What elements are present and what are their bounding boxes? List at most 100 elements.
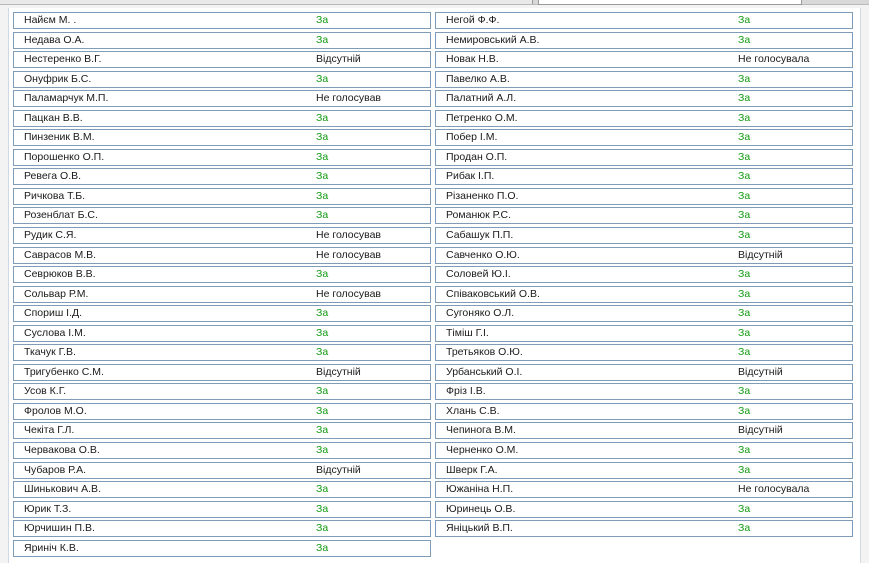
vote-row: Продан О.П. За bbox=[435, 148, 853, 166]
vote-result: За bbox=[738, 326, 751, 339]
vote-result: За bbox=[738, 268, 751, 281]
deputy-name: Суслова І.М. bbox=[24, 326, 86, 339]
deputy-name: Третьяков О.Ю. bbox=[446, 346, 523, 359]
deputy-name: Соловей Ю.І. bbox=[446, 268, 511, 281]
vote-result: Не голосував bbox=[316, 92, 382, 105]
deputy-name: Тіміш Г.І. bbox=[446, 326, 489, 339]
vote-row: Саврасов М.В. Не голосував bbox=[13, 246, 431, 264]
vote-row: Романюк Р.С. За bbox=[435, 207, 853, 225]
vote-row: Немировський А.В. За bbox=[435, 31, 853, 49]
vote-results-column-right: Негой Ф.Ф. За Немировський А.В. За Новак Н.В… bbox=[435, 12, 853, 540]
deputy-name: Немировський А.В. bbox=[446, 33, 540, 46]
vote-row: Розенблат Б.С. За bbox=[13, 207, 431, 225]
deputy-name: Чекіта Г.Л. bbox=[24, 424, 75, 437]
vote-row: Негой Ф.Ф. За bbox=[435, 12, 853, 29]
deputy-name: Чубаров Р.А. bbox=[24, 463, 87, 476]
deputy-name: Побер І.М. bbox=[446, 131, 498, 144]
vote-result: За bbox=[738, 170, 751, 183]
deputy-name: Ричкова Т.Б. bbox=[24, 189, 86, 202]
vote-result: За bbox=[316, 131, 329, 144]
vote-result: За bbox=[738, 522, 751, 535]
deputy-name: Паламарчук М.П. bbox=[24, 92, 109, 105]
vote-row: Юрчишин П.В. За bbox=[13, 520, 431, 538]
vote-result: За bbox=[316, 72, 329, 85]
vote-row: Найєм М. . За bbox=[13, 12, 431, 29]
vote-row: Яніцький В.П. За bbox=[435, 520, 853, 538]
vote-row: Новак Н.В. Не голосувала bbox=[435, 51, 853, 69]
deputy-name: Спориш І.Д. bbox=[24, 307, 83, 320]
vote-result: За bbox=[738, 72, 751, 85]
vote-row: Пинзеник В.М. За bbox=[13, 129, 431, 147]
vote-result: За bbox=[316, 170, 329, 183]
vote-row: Червакова О.В. За bbox=[13, 442, 431, 460]
vote-row: Недава О.А. За bbox=[13, 31, 431, 49]
vote-row: Третьяков О.Ю. За bbox=[435, 344, 853, 362]
vote-result: За bbox=[316, 541, 329, 554]
vote-row: Ткачук Г.В. За bbox=[13, 344, 431, 362]
vote-row: Петренко О.М. За bbox=[435, 109, 853, 127]
vote-result: За bbox=[316, 189, 329, 202]
deputy-name: Юрик Т.З. bbox=[24, 502, 72, 515]
deputy-name: Южаніна Н.П. bbox=[446, 483, 514, 496]
deputy-name: Рибак І.П. bbox=[446, 170, 495, 183]
vote-result: За bbox=[316, 346, 329, 359]
vote-result: За bbox=[738, 92, 751, 105]
vote-result: Не голосувала bbox=[738, 483, 810, 496]
vote-row: Юринець О.В. За bbox=[435, 500, 853, 518]
vote-row: Суслова І.М. За bbox=[13, 324, 431, 342]
vote-row: Співаковський О.В. За bbox=[435, 285, 853, 303]
vote-result: За bbox=[316, 150, 329, 163]
vote-result: За bbox=[316, 111, 329, 124]
vote-row: Соловей Ю.І. За bbox=[435, 266, 853, 284]
vote-row: Яриніч К.В. За bbox=[13, 539, 431, 557]
vote-row: Рибак І.П. За bbox=[435, 168, 853, 186]
vote-row: Юрик Т.З. За bbox=[13, 500, 431, 518]
vote-result: Відсутній bbox=[738, 424, 783, 437]
deputy-name: Сабашук П.П. bbox=[446, 229, 514, 242]
deputy-name: Рудик С.Я. bbox=[24, 229, 77, 242]
vote-result: За bbox=[316, 307, 329, 320]
vote-result: За bbox=[738, 33, 751, 46]
vote-result: За bbox=[738, 385, 751, 398]
deputy-name: Співаковський О.В. bbox=[446, 287, 540, 300]
vote-result: За bbox=[738, 307, 751, 320]
deputy-name: Яніцький В.П. bbox=[446, 522, 513, 535]
deputy-name: Новак Н.В. bbox=[446, 53, 499, 66]
deputy-name: Саврасов М.В. bbox=[24, 248, 97, 261]
vote-row: Хлань С.В. За bbox=[435, 402, 853, 420]
vote-result: Відсутній bbox=[316, 53, 361, 66]
deputy-name: Павелко А.В. bbox=[446, 72, 510, 85]
deputy-name: Тригубенко С.М. bbox=[24, 365, 104, 378]
vote-result: За bbox=[738, 150, 751, 163]
deputy-name: Романюк Р.С. bbox=[446, 209, 512, 222]
page: Найєм М. . За Недава О.А. За Нестеренко В.Г.… bbox=[0, 0, 869, 563]
vote-result: Відсутній bbox=[316, 365, 361, 378]
deputy-name: Яриніч К.В. bbox=[24, 541, 79, 554]
deputy-name: Фролов М.О. bbox=[24, 404, 87, 417]
vote-result: За bbox=[738, 404, 751, 417]
vote-row: Пацкан В.В. За bbox=[13, 109, 431, 127]
deputy-name: Севрюков В.В. bbox=[24, 268, 96, 281]
vote-result: За bbox=[738, 14, 751, 26]
vote-row: Фролов М.О. За bbox=[13, 402, 431, 420]
vote-row: Усов К.Г. За bbox=[13, 383, 431, 401]
deputy-name: Сугоняко О.Л. bbox=[446, 307, 515, 320]
vote-row: Тригубенко С.М. Відсутній bbox=[13, 363, 431, 381]
vote-result: Відсутній bbox=[316, 463, 361, 476]
vote-row: Сабашук П.П. За bbox=[435, 227, 853, 245]
vote-row: Різаненко П.О. За bbox=[435, 187, 853, 205]
vote-result: Не голосував bbox=[316, 229, 382, 242]
deputy-name: Шверк Г.А. bbox=[446, 463, 498, 476]
deputy-name: Різаненко П.О. bbox=[446, 189, 519, 202]
vote-row: Тіміш Г.І. За bbox=[435, 324, 853, 342]
vote-result: Відсутній bbox=[738, 365, 783, 378]
vote-row: Чепинога В.М. Відсутній bbox=[435, 422, 853, 440]
vote-result: За bbox=[316, 483, 329, 496]
deputy-name: Онуфрик Б.С. bbox=[24, 72, 92, 85]
vote-row: Сугоняко О.Л. За bbox=[435, 305, 853, 323]
toolbar-right-field bbox=[538, 0, 802, 5]
deputy-name: Шинькович А.В. bbox=[24, 483, 101, 496]
deputy-name: Негой Ф.Ф. bbox=[446, 14, 500, 26]
vote-row: Южаніна Н.П. Не голосувала bbox=[435, 481, 853, 499]
vote-result: За bbox=[738, 346, 751, 359]
